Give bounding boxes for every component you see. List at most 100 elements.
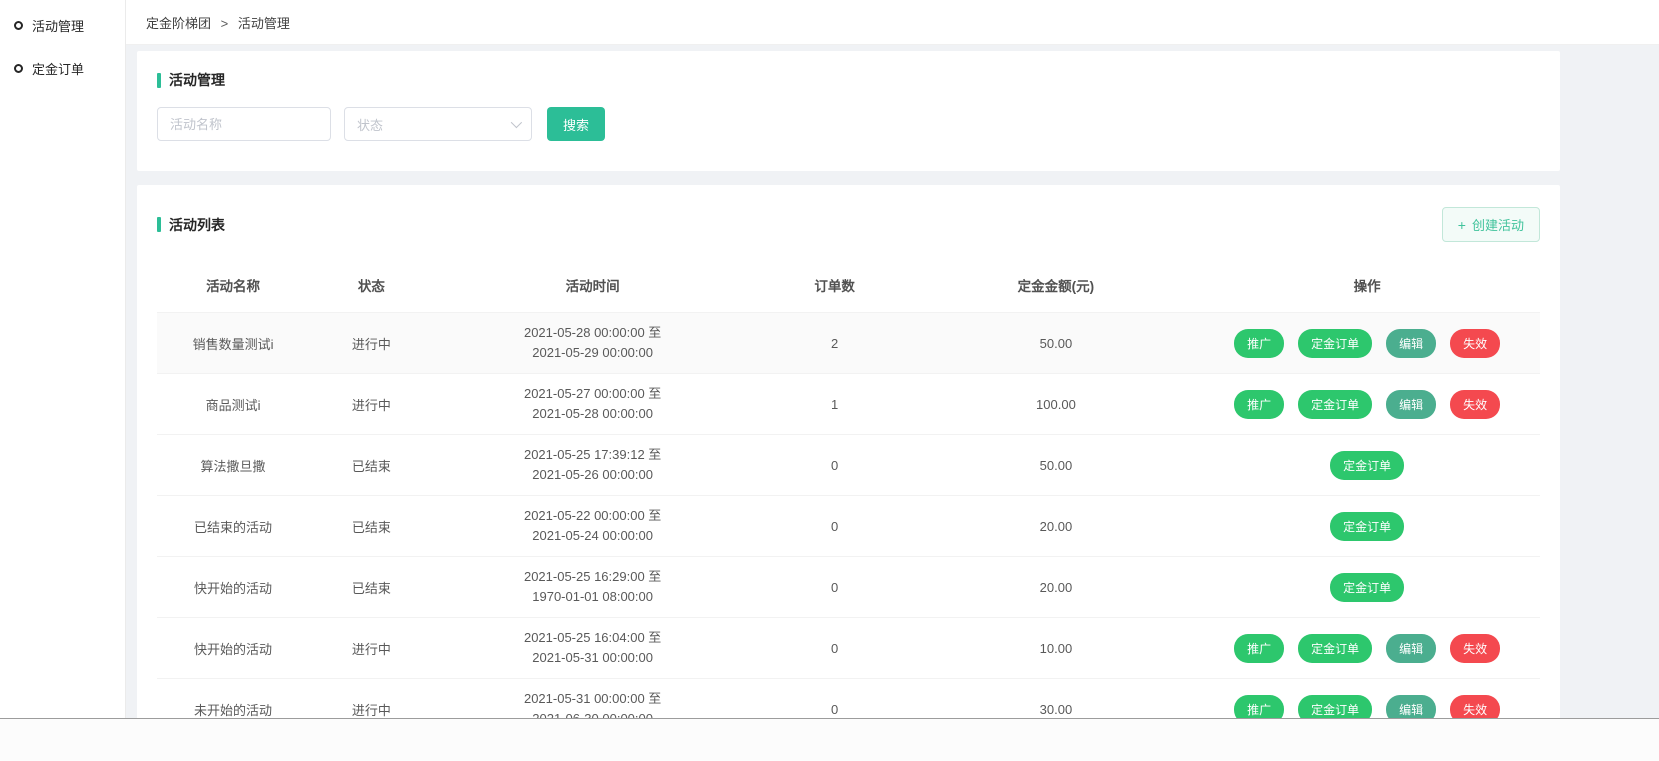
- column-header: 操作: [1194, 262, 1540, 313]
- title-bar-icon: [157, 217, 161, 232]
- list-panel-title: 活动列表: [157, 215, 225, 235]
- cell-status: 进行中: [309, 374, 433, 435]
- cell-order-count: 1: [752, 374, 918, 435]
- action-button-deposit[interactable]: 定金订单: [1298, 695, 1372, 718]
- cell-order-count: 0: [752, 557, 918, 618]
- cell-activity-name: 快开始的活动: [157, 557, 309, 618]
- action-button-edit[interactable]: 编辑: [1386, 695, 1436, 718]
- action-button-promote[interactable]: 推广: [1234, 390, 1284, 419]
- column-header: 定金金额(元): [918, 262, 1195, 313]
- cell-activity-time: 2021-05-28 00:00:00 至2021-05-29 00:00:00: [434, 313, 752, 374]
- action-button-deposit[interactable]: 定金订单: [1298, 390, 1372, 419]
- action-button-invalidate[interactable]: 失效: [1450, 329, 1500, 358]
- cell-order-count: 0: [752, 496, 918, 557]
- time-end: 1970-01-01 08:00:00: [438, 587, 748, 607]
- table-row: 销售数量测试i进行中2021-05-28 00:00:00 至2021-05-2…: [157, 313, 1540, 374]
- search-button[interactable]: 搜索: [547, 107, 605, 141]
- cell-activity-name: 算法撒旦撒: [157, 435, 309, 496]
- create-activity-label: 创建活动: [1472, 215, 1524, 234]
- action-button-edit[interactable]: 编辑: [1386, 390, 1436, 419]
- search-panel-title-text: 活动管理: [169, 70, 225, 90]
- cell-order-count: 0: [752, 618, 918, 679]
- search-panel: 活动管理 状态 搜索: [137, 51, 1560, 171]
- action-button-invalidate[interactable]: 失效: [1450, 695, 1500, 718]
- cell-status: 已结束: [309, 435, 433, 496]
- time-end: 2021-05-24 00:00:00: [438, 526, 748, 546]
- time-end: 2021-06-30 00:00:00: [438, 709, 748, 718]
- action-button-promote[interactable]: 推广: [1234, 695, 1284, 718]
- cell-activity-time: 2021-05-22 00:00:00 至2021-05-24 00:00:00: [434, 496, 752, 557]
- cell-actions: 推广定金订单编辑失效: [1194, 679, 1540, 719]
- table-row: 算法撒旦撒已结束2021-05-25 17:39:12 至2021-05-26 …: [157, 435, 1540, 496]
- time-start: 2021-05-22 00:00:00 至: [438, 506, 748, 526]
- cell-deposit-amount: 50.00: [918, 435, 1195, 496]
- circle-icon: [14, 21, 23, 30]
- action-button-invalidate[interactable]: 失效: [1450, 634, 1500, 663]
- action-button-edit[interactable]: 编辑: [1386, 329, 1436, 358]
- cell-status: 已结束: [309, 496, 433, 557]
- cell-deposit-amount: 30.00: [918, 679, 1195, 719]
- status-select-placeholder: 状态: [357, 115, 383, 134]
- activity-table: 活动名称状态活动时间订单数定金金额(元)操作 销售数量测试i进行中2021-05…: [157, 262, 1540, 718]
- cell-activity-time: 2021-05-31 00:00:00 至2021-06-30 00:00:00: [434, 679, 752, 719]
- cell-order-count: 2: [752, 313, 918, 374]
- time-start: 2021-05-28 00:00:00 至: [438, 323, 748, 343]
- cell-actions: 推广定金订单编辑失效: [1194, 618, 1540, 679]
- cell-deposit-amount: 50.00: [918, 313, 1195, 374]
- activity-list-panel: 活动列表 + 创建活动 活动名称状态活动时间订单数定金金额(元)操作 销售数量测…: [137, 185, 1560, 718]
- title-bar-icon: [157, 73, 161, 88]
- breadcrumb-separator: >: [221, 16, 229, 31]
- cell-status: 进行中: [309, 618, 433, 679]
- action-button-deposit[interactable]: 定金订单: [1330, 512, 1404, 541]
- create-activity-button[interactable]: + 创建活动: [1442, 207, 1540, 242]
- time-start: 2021-05-25 16:04:00 至: [438, 628, 748, 648]
- circle-icon: [14, 64, 23, 73]
- cell-status: 进行中: [309, 679, 433, 719]
- search-row: 状态 搜索: [157, 107, 1540, 141]
- action-button-promote[interactable]: 推广: [1234, 634, 1284, 663]
- status-select[interactable]: 状态: [344, 107, 532, 141]
- time-end: 2021-05-29 00:00:00: [438, 343, 748, 363]
- cell-activity-time: 2021-05-25 17:39:12 至2021-05-26 00:00:00: [434, 435, 752, 496]
- cell-actions: 定金订单: [1194, 557, 1540, 618]
- action-button-deposit[interactable]: 定金订单: [1330, 573, 1404, 602]
- breadcrumb-parent[interactable]: 定金阶梯团: [146, 16, 211, 31]
- time-start: 2021-05-27 00:00:00 至: [438, 384, 748, 404]
- table-row: 未开始的活动进行中2021-05-31 00:00:00 至2021-06-30…: [157, 679, 1540, 719]
- time-start: 2021-05-25 16:29:00 至: [438, 567, 748, 587]
- table-row: 快开始的活动已结束2021-05-25 16:29:00 至1970-01-01…: [157, 557, 1540, 618]
- action-button-promote[interactable]: 推广: [1234, 329, 1284, 358]
- cell-activity-name: 已结束的活动: [157, 496, 309, 557]
- app-window: 活动管理 定金订单 定金阶梯团 > 活动管理 活动管理 状态: [0, 0, 1659, 719]
- table-row: 快开始的活动进行中2021-05-25 16:04:00 至2021-05-31…: [157, 618, 1540, 679]
- activity-name-input[interactable]: [157, 107, 331, 141]
- breadcrumb: 定金阶梯团 > 活动管理: [126, 0, 1659, 45]
- list-panel-title-text: 活动列表: [169, 215, 225, 235]
- cell-activity-name: 未开始的活动: [157, 679, 309, 719]
- column-header: 活动时间: [434, 262, 752, 313]
- sidebar-item-deposit-orders[interactable]: 定金订单: [0, 47, 125, 90]
- sidebar-item-activity-management[interactable]: 活动管理: [0, 4, 125, 47]
- action-button-deposit[interactable]: 定金订单: [1298, 329, 1372, 358]
- action-button-edit[interactable]: 编辑: [1386, 634, 1436, 663]
- column-header: 订单数: [752, 262, 918, 313]
- table-row: 已结束的活动已结束2021-05-22 00:00:00 至2021-05-24…: [157, 496, 1540, 557]
- cell-actions: 推广定金订单编辑失效: [1194, 374, 1540, 435]
- time-end: 2021-05-26 00:00:00: [438, 465, 748, 485]
- action-button-invalidate[interactable]: 失效: [1450, 390, 1500, 419]
- cell-deposit-amount: 20.00: [918, 557, 1195, 618]
- search-panel-title: 活动管理: [157, 70, 1540, 90]
- sidebar-item-label: 定金订单: [32, 59, 84, 78]
- cell-activity-name: 商品测试i: [157, 374, 309, 435]
- cell-order-count: 0: [752, 679, 918, 719]
- time-start: 2021-05-25 17:39:12 至: [438, 445, 748, 465]
- cell-deposit-amount: 20.00: [918, 496, 1195, 557]
- cell-deposit-amount: 100.00: [918, 374, 1195, 435]
- breadcrumb-current: 活动管理: [238, 16, 290, 31]
- plus-icon: +: [1458, 217, 1466, 233]
- action-button-deposit[interactable]: 定金订单: [1298, 634, 1372, 663]
- action-button-deposit[interactable]: 定金订单: [1330, 451, 1404, 480]
- cell-activity-time: 2021-05-25 16:04:00 至2021-05-31 00:00:00: [434, 618, 752, 679]
- time-end: 2021-05-31 00:00:00: [438, 648, 748, 668]
- time-end: 2021-05-28 00:00:00: [438, 404, 748, 424]
